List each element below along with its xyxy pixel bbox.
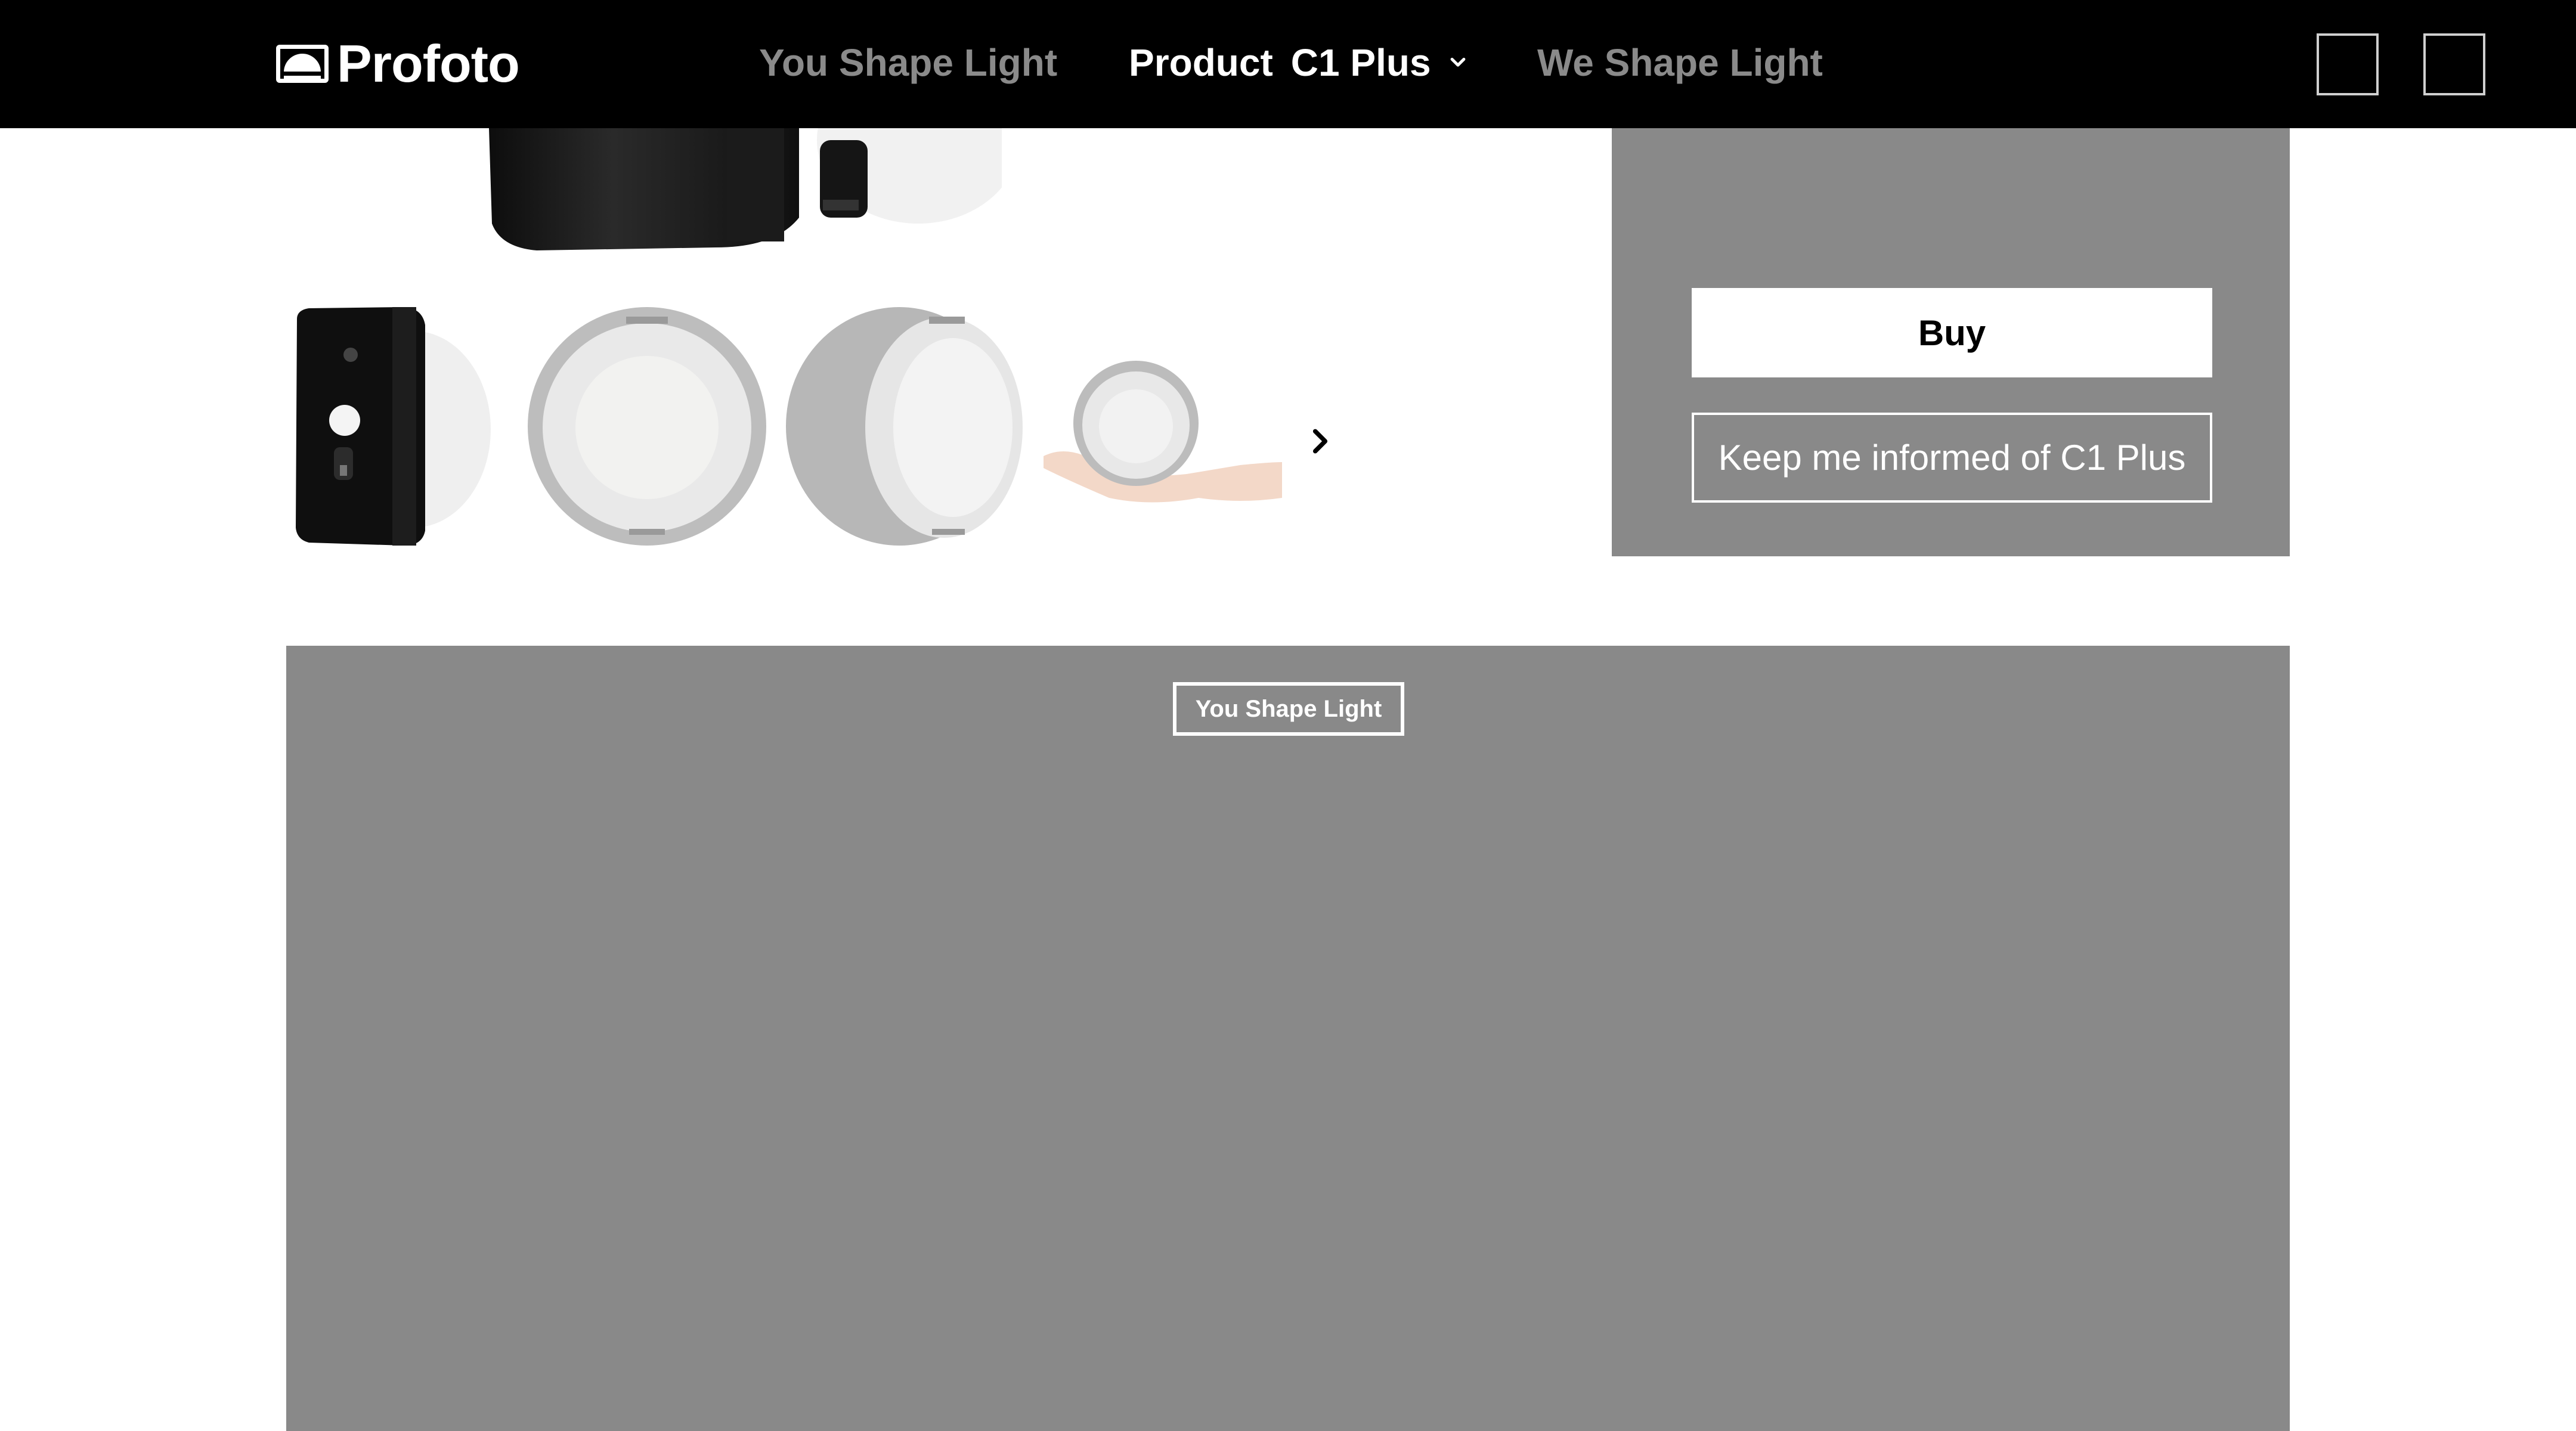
gallery-thumbnail[interactable] xyxy=(786,301,1030,552)
promo-section: You Shape Light xyxy=(286,646,2290,1431)
gallery-thumbnail[interactable] xyxy=(1044,301,1282,552)
chevron-right-icon xyxy=(1312,429,1328,454)
you-shape-light-tag[interactable]: You Shape Light xyxy=(1173,682,1404,736)
gallery-thumbnail[interactable] xyxy=(525,301,769,552)
header-icon-button[interactable] xyxy=(2317,33,2379,95)
nav-we-shape-light[interactable]: We Shape Light xyxy=(1537,36,1823,89)
profoto-logo-icon xyxy=(276,45,329,83)
nav-product-dropdown[interactable]: Product C1 Plus xyxy=(1129,36,1468,89)
logo-text: Profoto xyxy=(337,34,520,93)
nav-product-sub-label: C1 Plus xyxy=(1290,41,1431,84)
chevron-down-icon xyxy=(1450,57,1465,67)
buy-button[interactable]: Buy xyxy=(1692,288,2212,377)
gallery-next-button[interactable] xyxy=(1302,423,1338,459)
nav-you-shape-light[interactable]: You Shape Light xyxy=(759,36,1057,89)
gallery-thumbnail[interactable] xyxy=(285,301,494,552)
buy-panel: Buy Keep me informed of C1 Plus xyxy=(1612,128,2290,556)
profoto-logo[interactable]: Profoto xyxy=(276,34,520,93)
nav-product-label: Product xyxy=(1129,41,1273,84)
header-icon-button[interactable] xyxy=(2423,33,2485,95)
site-header: Profoto You Shape Light Product C1 Plus … xyxy=(0,0,2576,128)
product-main-image xyxy=(465,128,1002,256)
keep-me-informed-button[interactable]: Keep me informed of C1 Plus xyxy=(1692,413,2212,503)
